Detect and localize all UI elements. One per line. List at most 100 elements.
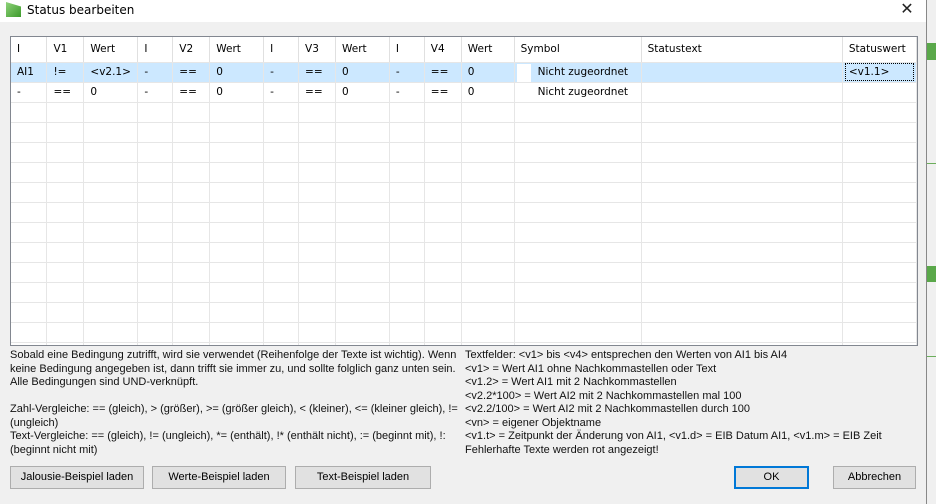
empty-row[interactable] — [11, 262, 917, 283]
table-cell[interactable]: == — [298, 62, 336, 83]
column-header[interactable]: V1 — [46, 37, 85, 63]
column-header[interactable]: I — [389, 37, 425, 63]
table-cell[interactable]: == — [424, 62, 462, 83]
table-row[interactable]: - == 0 - == 0 - == 0 - == 0 Nicht zugeordnet — [11, 82, 917, 103]
load-values-example-button[interactable]: Werte-Beispiel laden — [152, 466, 286, 489]
table-cell[interactable]: 0 — [335, 62, 390, 83]
table-cell[interactable]: - — [263, 62, 300, 83]
empty-cell — [11, 102, 48, 123]
empty-row[interactable] — [11, 202, 917, 223]
empty-cell — [46, 182, 85, 203]
empty-cell — [137, 282, 174, 303]
table-cell[interactable]: <v1.1> — [842, 62, 917, 83]
cancel-button[interactable]: Abbrechen — [833, 466, 916, 489]
empty-cell — [263, 262, 300, 283]
empty-row[interactable] — [11, 282, 917, 303]
empty-row[interactable] — [11, 162, 917, 183]
empty-row[interactable] — [11, 222, 917, 243]
table-cell[interactable]: - — [137, 82, 174, 103]
column-header[interactable]: Symbol — [514, 37, 642, 63]
empty-row[interactable] — [11, 142, 917, 163]
column-header[interactable]: Statuswert — [842, 37, 917, 63]
table-cell[interactable] — [641, 62, 843, 83]
empty-cell — [137, 262, 174, 283]
empty-cell — [514, 322, 642, 343]
empty-cell — [209, 262, 265, 283]
empty-cell — [514, 242, 642, 263]
table-cell[interactable]: 0 — [209, 62, 265, 83]
cell-value: 0 — [216, 86, 223, 98]
cell-value: == — [305, 66, 323, 78]
empty-cell — [842, 162, 917, 183]
table-cell[interactable] — [641, 82, 843, 103]
load-jalousie-example-button[interactable]: Jalousie-Beispiel laden — [10, 466, 144, 489]
table-cell[interactable]: - — [389, 82, 425, 103]
cell-value: == — [430, 86, 449, 98]
empty-cell — [209, 242, 265, 263]
empty-cell — [11, 322, 48, 343]
table-cell[interactable]: 0 — [83, 82, 139, 103]
cell-value: - — [144, 86, 149, 98]
table-cell[interactable]: == — [172, 62, 211, 83]
column-header[interactable]: Statustext — [641, 37, 843, 63]
table-cell[interactable]: == — [424, 82, 462, 103]
empty-cell — [842, 262, 917, 283]
empty-cell — [842, 102, 917, 123]
empty-cell — [83, 322, 139, 343]
table-cell[interactable]: == — [46, 82, 85, 103]
empty-row[interactable] — [11, 322, 917, 343]
table-cell[interactable]: - — [263, 82, 300, 103]
table-cell[interactable]: AI1 — [11, 62, 48, 83]
empty-row[interactable] — [11, 242, 917, 263]
empty-cell — [424, 262, 462, 283]
ok-button[interactable]: OK — [734, 466, 809, 489]
column-header[interactable]: V4 — [424, 37, 462, 63]
column-header[interactable]: I — [137, 37, 174, 63]
table-cell[interactable]: != — [46, 62, 85, 83]
empty-cell — [137, 142, 174, 163]
empty-cell — [424, 142, 462, 163]
empty-row[interactable] — [11, 182, 917, 203]
column-header[interactable]: I — [11, 37, 48, 63]
table-row[interactable]: AI1 != <v2.1> - == 0 - == 0 - == 0 Nicht zugeordnet <… — [11, 62, 917, 83]
table-cell[interactable]: Nicht zugeordnet — [514, 62, 642, 83]
column-header[interactable]: I — [263, 37, 300, 63]
table-cell[interactable]: 0 — [335, 82, 390, 103]
column-header[interactable]: V2 — [172, 37, 211, 63]
table-cell[interactable]: == — [172, 82, 211, 103]
empty-cell — [461, 342, 515, 345]
column-header[interactable]: Wert — [335, 37, 390, 63]
column-header[interactable]: Wert — [83, 37, 139, 63]
empty-row[interactable] — [11, 302, 917, 323]
empty-cell — [137, 182, 174, 203]
table-cell[interactable] — [842, 82, 917, 103]
table-cell[interactable]: 0 — [461, 82, 515, 103]
empty-cell — [263, 142, 300, 163]
empty-cell — [298, 222, 336, 243]
table-cell[interactable]: - — [11, 82, 48, 103]
table-cell[interactable]: 0 — [209, 82, 265, 103]
empty-cell — [46, 222, 85, 243]
column-header[interactable]: V3 — [298, 37, 336, 63]
table-cell[interactable]: == — [298, 82, 336, 103]
empty-cell — [298, 262, 336, 283]
empty-cell — [263, 282, 300, 303]
empty-cell — [298, 322, 336, 343]
column-header[interactable]: Wert — [209, 37, 265, 63]
empty-cell — [209, 142, 265, 163]
empty-cell — [209, 202, 265, 223]
status-table[interactable]: I V1 Wert I V2 Wert I V3 Wert I V4 Wert Symbol Status… — [10, 36, 918, 346]
load-text-example-button[interactable]: Text-Beispiel laden — [295, 466, 431, 489]
empty-row[interactable] — [11, 122, 917, 143]
empty-cell — [424, 342, 462, 345]
table-cell[interactable]: 0 — [461, 62, 515, 83]
empty-row[interactable] — [11, 102, 917, 123]
column-header[interactable]: Wert — [461, 37, 515, 63]
table-cell[interactable]: - — [137, 62, 174, 83]
close-icon[interactable]: ✕ — [892, 0, 922, 22]
empty-cell — [46, 322, 85, 343]
table-cell[interactable]: <v2.1> — [83, 62, 139, 83]
empty-row[interactable] — [11, 342, 917, 345]
table-cell[interactable]: Nicht zugeordnet — [514, 82, 642, 103]
table-cell[interactable]: - — [389, 62, 425, 83]
